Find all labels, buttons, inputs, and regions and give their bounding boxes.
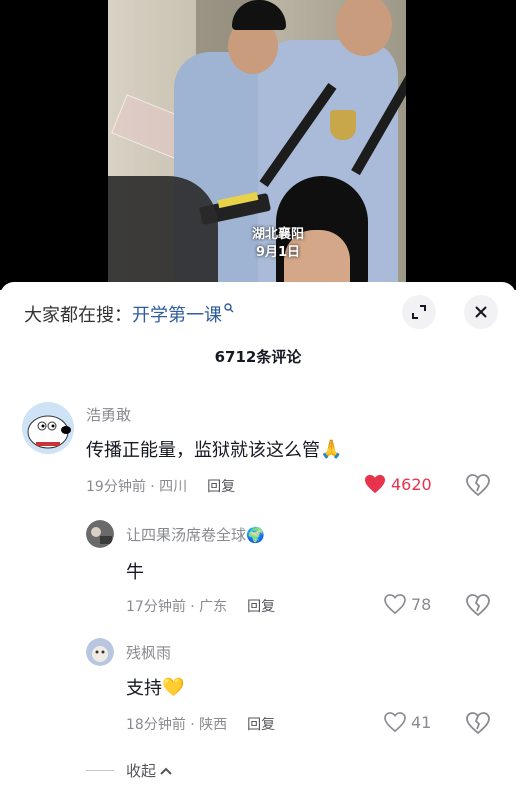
comment-time-location: 17分钟前 · 广东 (126, 599, 228, 615)
comment-emoji: 🙏 (320, 438, 343, 460)
broken-heart-icon (466, 594, 490, 617)
like-button[interactable]: 41 (384, 712, 431, 732)
divider (86, 770, 114, 771)
comment-time-location: 18分钟前 · 陕西 (126, 717, 228, 733)
chevron-up-icon (160, 767, 172, 775)
comment-reply-item: 残枫雨 支持 💛 18分钟前 · 陕西 回复 41 (0, 636, 516, 736)
collapse-label: 收起 (126, 762, 157, 780)
reply-button[interactable]: 回复 (207, 476, 235, 496)
video-frame: 湖北襄阳 9月1日 (108, 0, 406, 290)
comment-text: 支持 💛 (126, 674, 184, 700)
heart-outline-icon (384, 594, 406, 614)
close-button[interactable] (464, 295, 498, 329)
comment-sheet: 大家都在搜： 开学第一课 6712条评论 浩勇敢 传播正能量，监狱就该这么管 🙏… (0, 282, 516, 800)
dislike-button[interactable] (466, 474, 490, 500)
comment-text: 传播正能量，监狱就该这么管 🙏 (86, 436, 342, 462)
video-police-emblem (330, 110, 356, 140)
comment-text: 牛 (126, 558, 144, 584)
comment-text-body: 支持 (126, 678, 162, 699)
comment-text-body: 牛 (126, 562, 144, 583)
like-count: 41 (411, 712, 432, 732)
avatar[interactable] (86, 520, 114, 548)
comment-count: 6712条评论 (214, 348, 302, 366)
comment-author[interactable]: 残枫雨 (126, 642, 171, 663)
video-location-overlay: 湖北襄阳 9月1日 (238, 226, 318, 262)
comment-item: 浩勇敢 传播正能量，监狱就该这么管 🙏 19分钟前 · 四川 回复 4620 (0, 400, 516, 504)
comment-text-body: 传播正能量，监狱就该这么管 (86, 440, 320, 461)
broken-heart-icon (466, 474, 490, 497)
dislike-button[interactable] (466, 712, 490, 738)
broken-heart-icon (466, 712, 490, 735)
comment-meta: 18分钟前 · 陕西 回复 (126, 714, 275, 734)
comment-author[interactable]: 浩勇敢 (86, 404, 131, 425)
search-icon (224, 302, 234, 316)
video-player[interactable]: 湖北襄阳 9月1日 (0, 0, 516, 290)
video-date: 9月1日 (255, 245, 301, 260)
comment-reply-item: 让四果汤席卷全球🌍 牛 17分钟前 · 广东 回复 78 (0, 518, 516, 618)
trending-search-prefix: 大家都在搜： (24, 305, 132, 326)
heart-filled-icon (365, 474, 385, 494)
avatar[interactable] (86, 638, 114, 666)
comment-meta: 17分钟前 · 广东 回复 (126, 596, 275, 616)
comment-time-location: 19分钟前 · 四川 (86, 479, 188, 495)
expand-icon (412, 305, 426, 319)
comment-emoji: 💛 (162, 676, 185, 698)
like-button[interactable]: 4620 (364, 474, 432, 494)
heart-outline-icon (384, 712, 406, 732)
comment-meta: 19分钟前 · 四川 回复 (86, 476, 235, 496)
collapse-replies-button[interactable]: 收起 (86, 760, 173, 781)
reply-button[interactable]: 回复 (247, 596, 275, 616)
close-icon (475, 306, 487, 318)
comment-author[interactable]: 让四果汤席卷全球🌍 (126, 524, 265, 545)
like-count: 4620 (391, 474, 432, 494)
video-location: 湖北襄阳 (251, 227, 304, 242)
trending-search[interactable]: 大家都在搜： 开学第一课 (24, 300, 234, 328)
expand-button[interactable] (402, 295, 436, 329)
trending-search-term[interactable]: 开学第一课 (132, 301, 222, 327)
avatar[interactable] (22, 402, 74, 454)
video-student-left (108, 176, 218, 290)
reply-button[interactable]: 回复 (247, 714, 275, 734)
like-button[interactable]: 78 (384, 594, 431, 614)
dislike-button[interactable] (466, 594, 490, 620)
like-count: 78 (411, 594, 432, 614)
